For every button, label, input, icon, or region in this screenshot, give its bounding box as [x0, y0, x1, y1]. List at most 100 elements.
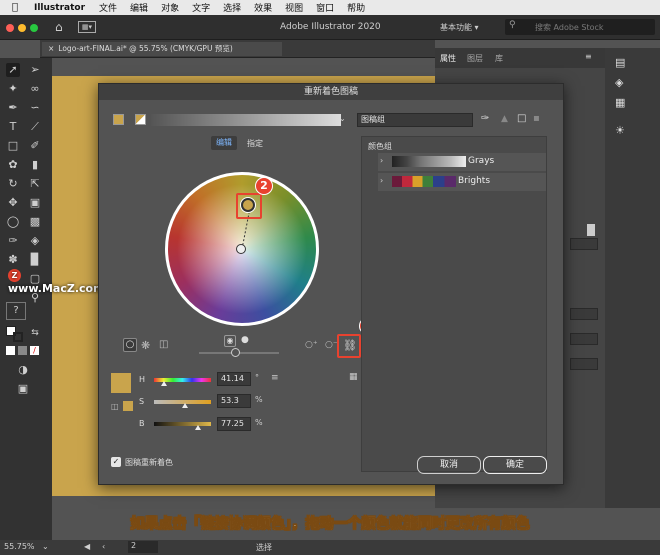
curvature-tool-icon[interactable]: ∽ — [28, 101, 42, 115]
arrange-documents-icon[interactable]: ▦▾ — [78, 21, 96, 33]
link-harmony-colors-icon[interactable]: ⛓ — [343, 339, 357, 352]
hue-value-field[interactable]: 41.14 — [217, 372, 251, 386]
drawing-modes-icon[interactable]: ◑ — [16, 363, 30, 377]
wheel-center-handle[interactable] — [236, 244, 246, 254]
color-bars-icon[interactable]: ◫ — [159, 339, 168, 350]
shape-builder-tool-icon[interactable]: ◯ — [6, 215, 20, 229]
stroke-swatch[interactable] — [13, 332, 23, 342]
segmented-wheel-icon[interactable]: ❋ — [141, 339, 150, 352]
magic-wand-tool-icon[interactable]: ✦ — [6, 82, 20, 96]
tab-edit[interactable]: 编辑 — [211, 136, 237, 150]
home-icon[interactable]: ⌂ — [55, 20, 63, 34]
color-group-brights[interactable]: › Brights — [378, 173, 546, 191]
properties-panel-icon[interactable]: ▤ — [615, 56, 629, 70]
artwork-color-strip[interactable] — [151, 114, 341, 126]
color-mode-grid-icon[interactable]: ▦ — [349, 372, 358, 382]
document-tab[interactable]: × Logo-art-FINAL.ai* @ 55.75% (CMYK/GPU 预… — [42, 42, 282, 56]
eyedropper-tool-icon[interactable]: ✑ — [6, 234, 20, 248]
pen-tool-icon[interactable]: ✒ — [6, 101, 20, 115]
none-mode-icon[interactable]: / — [30, 346, 39, 355]
menu-object[interactable]: 对象 — [161, 1, 179, 14]
expand-arrow-icon[interactable]: › — [380, 156, 383, 165]
direct-selection-tool-icon[interactable]: ➢ — [28, 63, 42, 77]
expand-arrow-icon[interactable]: › — [380, 176, 383, 185]
brightness-value-field[interactable]: 77.25 — [217, 417, 251, 431]
zoom-level[interactable]: 55.75% — [4, 542, 35, 551]
smooth-wheel-icon[interactable]: ○ — [123, 338, 137, 352]
cube-icon[interactable]: ◫ — [111, 402, 119, 411]
artboard-number-field[interactable]: 2 — [128, 541, 158, 553]
tab-assign[interactable]: 指定 — [247, 138, 263, 149]
minimize-window-button[interactable] — [18, 24, 26, 32]
show-saturation-icon[interactable]: ◉ — [224, 335, 236, 347]
ok-button[interactable]: 确定 — [483, 456, 547, 474]
panel-menu-icon[interactable]: ≡ — [585, 52, 592, 61]
close-tab-icon[interactable]: × — [48, 44, 54, 53]
eyedropper-icon[interactable]: ✑ — [481, 113, 489, 124]
rotate-tool-icon[interactable]: ↻ — [6, 177, 20, 191]
gradient-mode-icon[interactable] — [18, 346, 27, 355]
layers-panel-icon[interactable]: ◈ — [615, 76, 629, 90]
panel-field[interactable] — [570, 238, 598, 250]
brightness-slider-thumb[interactable] — [231, 348, 240, 357]
shaper-tool-icon[interactable]: ✿ — [6, 158, 20, 172]
menu-help[interactable]: 帮助 — [347, 1, 365, 14]
gradient-tool-icon[interactable]: ▩ — [28, 215, 42, 229]
symbol-sprayer-tool-icon[interactable]: ✽ — [6, 253, 20, 267]
panel-field[interactable] — [570, 308, 598, 320]
blend-tool-icon[interactable]: ◈ — [28, 234, 42, 248]
eraser-tool-icon[interactable]: ▮ — [28, 158, 42, 172]
menu-window[interactable]: 窗口 — [316, 1, 334, 14]
save-group-icon[interactable]: ▲ — [501, 114, 508, 124]
tab-layers[interactable]: 图层 — [467, 53, 483, 64]
saturation-value-field[interactable]: 53.3 — [217, 394, 251, 408]
screen-mode-icon[interactable]: ▣ — [16, 382, 30, 396]
workspace-switcher[interactable]: 基本功能 ▾ — [440, 22, 479, 33]
panel-field[interactable] — [570, 358, 598, 370]
saturation-slider-thumb[interactable] — [182, 403, 188, 408]
prev-artboard-icon[interactable]: ◀ — [84, 542, 90, 551]
color-group-grays[interactable]: › Grays — [378, 153, 546, 171]
color-strip-dropdown-icon[interactable]: ⌄ — [339, 114, 346, 123]
zoom-window-button[interactable] — [30, 24, 38, 32]
brightness-channel-slider[interactable] — [154, 422, 211, 426]
line-tool-icon[interactable]: ⟋ — [28, 120, 42, 134]
nav-arrows-icon[interactable]: ‹ — [102, 542, 105, 551]
reset-colors-swatch[interactable] — [135, 114, 146, 125]
appearance-panel-icon[interactable]: ☀ — [615, 124, 629, 138]
delete-icon[interactable]: ▪ — [533, 113, 540, 124]
app-menu[interactable]: Illustrator — [34, 3, 85, 13]
help-icon[interactable]: ? — [6, 302, 26, 320]
selection-tool-icon[interactable]: ➚ — [6, 63, 20, 77]
rectangle-tool-icon[interactable]: □ — [6, 139, 20, 153]
swap-fill-stroke-icon[interactable]: ⇆ — [28, 326, 42, 340]
tab-libraries[interactable]: 库 — [495, 53, 503, 64]
color-adjust-menu-icon[interactable]: ≡ — [271, 373, 279, 383]
grays-swatch-strip[interactable] — [392, 156, 466, 167]
add-color-tool-icon[interactable]: ○⁺ — [305, 340, 318, 350]
menu-file[interactable]: 文件 — [99, 1, 117, 14]
apple-icon[interactable]:  — [12, 2, 28, 13]
hue-slider-thumb[interactable] — [161, 381, 167, 386]
menu-type[interactable]: 文字 — [192, 1, 210, 14]
artwork-group-name-field[interactable]: 图稿组 — [357, 113, 473, 127]
brights-swatch-strip[interactable] — [392, 176, 456, 187]
free-transform-tool-icon[interactable]: ▣ — [28, 196, 42, 210]
menu-effect[interactable]: 效果 — [254, 1, 272, 14]
zoom-dropdown-icon[interactable]: ⌄ — [42, 542, 49, 551]
remove-color-tool-icon[interactable]: ○⁻ — [325, 340, 338, 350]
brightness-channel-thumb[interactable] — [195, 425, 201, 430]
panel-field[interactable] — [570, 333, 598, 345]
width-tool-icon[interactable]: ✥ — [6, 196, 20, 210]
close-window-button[interactable] — [6, 24, 14, 32]
color-mode-icon[interactable] — [6, 346, 15, 355]
new-folder-icon[interactable]: □ — [517, 113, 526, 124]
tab-properties[interactable]: 属性 — [440, 53, 456, 64]
lasso-tool-icon[interactable]: ∞ — [28, 82, 42, 96]
type-tool-icon[interactable]: T — [6, 120, 20, 134]
out-of-gamut-swatch[interactable] — [123, 401, 133, 411]
menu-select[interactable]: 选择 — [223, 1, 241, 14]
paintbrush-tool-icon[interactable]: ✐ — [28, 139, 42, 153]
show-brightness-icon[interactable]: ● — [241, 335, 249, 345]
menu-view[interactable]: 视图 — [285, 1, 303, 14]
